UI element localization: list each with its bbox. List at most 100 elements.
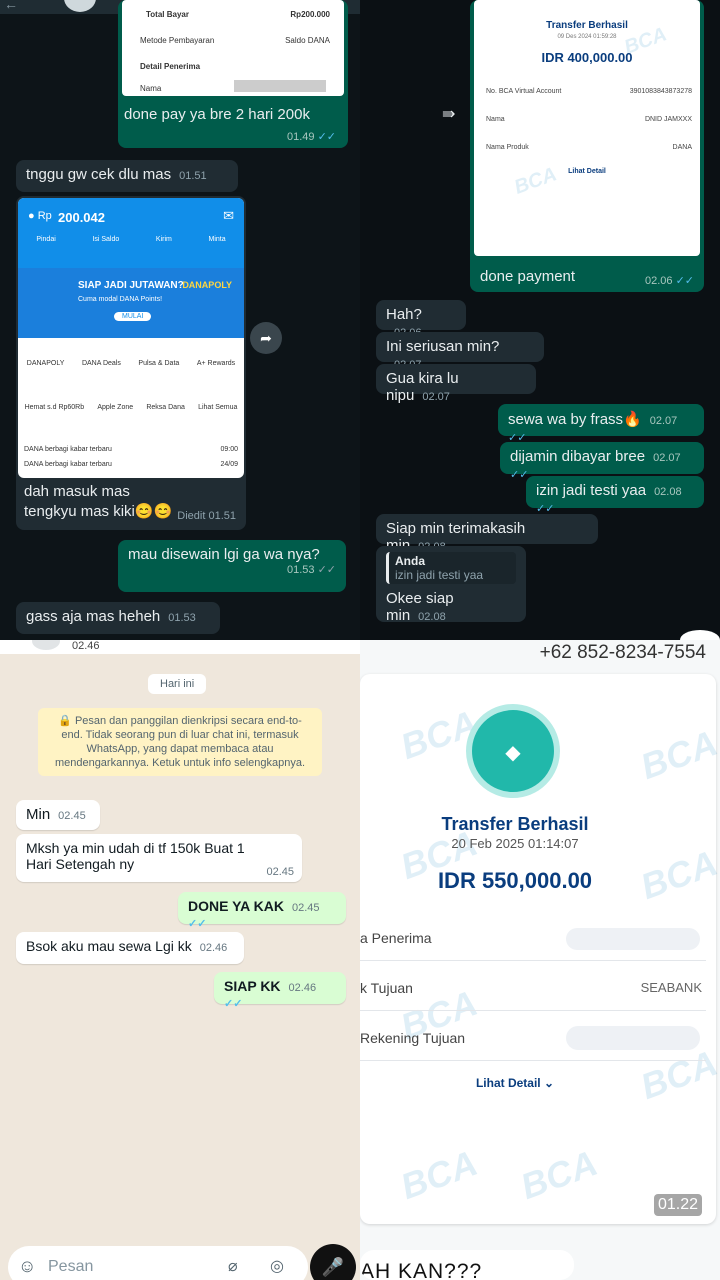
app-header: 02.46 bbox=[0, 640, 360, 654]
quoted-reply[interactable]: Anda izin jadi testi yaa bbox=[386, 552, 516, 584]
dana-news: DANA berbagi kabar terbaru 09:00 DANA ber… bbox=[24, 446, 238, 468]
avatar[interactable] bbox=[64, 0, 96, 12]
action-pindai: Pindai bbox=[36, 236, 56, 243]
message-in[interactable]: gass aja mas heheh 01.53 bbox=[16, 602, 220, 634]
dana-actions: Pindai Isi Saldo Kirim Minta bbox=[18, 236, 244, 243]
message-out[interactable]: izin jadi testi yaa 02.08 ✓✓ bbox=[526, 476, 704, 515]
receipt-detail-link: Lihat Detail bbox=[568, 168, 606, 175]
image-message-out[interactable]: BCA BCA Transfer Berhasil 09 Des 2024 01… bbox=[470, 0, 704, 292]
chat-panel-top-left: ← Total Bayar Rp200.000 Metode Pembayara… bbox=[0, 0, 360, 640]
message-text: tnggu gw cek dlu mas bbox=[26, 166, 172, 183]
bca-receipt-image[interactable]: BCA BCA BCA BCA BCA BCA BCA BCA ◆ Transf… bbox=[360, 674, 720, 1224]
message-in[interactable]: Min 02.45 bbox=[16, 800, 100, 830]
account-label: Rekening Tujuan bbox=[360, 1030, 466, 1046]
message-out[interactable]: mau disewain lgi ga wa nya? 01.53 ✓✓ bbox=[118, 540, 346, 592]
dana-grid-row2: Hemat s.d Rp60Rb Apple Zone Reksa Dana Liha… bbox=[24, 404, 238, 411]
image-message-out[interactable]: Total Bayar Rp200.000 Metode Pembayaran … bbox=[118, 0, 348, 148]
method-label: Metode Pembayaran bbox=[140, 36, 215, 45]
success-icon: ◆ bbox=[466, 704, 560, 798]
total-label: Total Bayar bbox=[146, 10, 189, 19]
chat-panel-bottom-left: 02.46 Hari ini 🔒 Pesan dan panggilan die… bbox=[0, 640, 360, 1280]
scroll-down-button[interactable] bbox=[680, 630, 720, 640]
dana-grid-row1: DANAPOLY DANA Deals Pulsa & Data A+ Rewards bbox=[26, 360, 236, 367]
promo-subtitle: Cuma modal DANA Points! bbox=[78, 296, 163, 303]
back-arrow-icon[interactable]: ← bbox=[4, 0, 18, 12]
message-in[interactable]: Ini seriusan min?02.07 bbox=[376, 332, 544, 371]
promo-title: SIAP JADI JUTAWAN? bbox=[78, 280, 184, 291]
recipient-label: a Penerima bbox=[360, 930, 432, 946]
bca-receipt-screenshot: BCA BCA Transfer Berhasil 09 Des 2024 01… bbox=[474, 0, 700, 256]
attach-icon[interactable]: ⌀ bbox=[228, 1256, 238, 1276]
message-out[interactable]: DONE YA KAK 02.45 ✓✓ bbox=[178, 892, 346, 930]
reply-message-in[interactable]: Anda izin jadi testi yaa Okee siap min 02… bbox=[376, 546, 526, 624]
message-in[interactable]: Gua kira lu nipu 02.07 bbox=[376, 364, 536, 404]
chevron-down-icon: ⌄ bbox=[543, 1076, 555, 1090]
avatar[interactable] bbox=[32, 640, 60, 650]
message-in[interactable]: Siap min terimakasih min02.08 bbox=[376, 514, 598, 554]
mail-icon: ✉ bbox=[223, 208, 234, 223]
message-input-bar[interactable]: ☺ Pesan ⌀ ◎ bbox=[8, 1246, 308, 1280]
bank-label: k Tujuan bbox=[360, 980, 413, 996]
dana-promo: SIAP JADI JUTAWAN? Cuma modal DANA Point… bbox=[18, 268, 244, 338]
message-in[interactable]: Hah?02.06 bbox=[376, 300, 466, 339]
reply-author: Anda bbox=[395, 554, 425, 568]
message-time: 01.49 bbox=[286, 131, 315, 143]
date-chip: Hari ini bbox=[148, 674, 207, 694]
dana-header: ● Rp 200.042 ✉ Pindai Isi Saldo Kirim Mi… bbox=[18, 198, 244, 268]
message-text: dah masuk mas tengkyu mas kiki😊😊 bbox=[24, 483, 173, 520]
message-text: mau disewain lgi ga wa nya? bbox=[128, 546, 320, 563]
message-text: done payment bbox=[480, 268, 576, 285]
emoji-icon[interactable]: ☺ bbox=[18, 1256, 36, 1277]
receipt-panel-bottom-right: +62 852-8234-7554 BCA BCA BCA BCA BCA BC… bbox=[360, 640, 720, 1280]
camera-icon[interactable]: ◎ bbox=[270, 1256, 284, 1276]
message-out[interactable]: sewa wa by frass🔥 02.07 ✓✓ bbox=[498, 404, 704, 444]
message-time: 01.51 bbox=[179, 170, 207, 182]
forward-icon[interactable]: ➦ bbox=[250, 322, 282, 354]
message-in[interactable]: Bsok aku mau sewa Lgi kk 02.46 bbox=[16, 932, 244, 964]
delivered-ticks-icon: ✓✓ bbox=[317, 564, 336, 576]
message-in[interactable]: Mksh ya min udah di tf 150k Buat 1 Hari … bbox=[16, 834, 302, 882]
detail-link[interactable]: Lihat Detail ⌄ bbox=[360, 1076, 670, 1090]
phone-number: +62 852-8234-7554 bbox=[539, 642, 706, 663]
message-input[interactable]: Pesan bbox=[48, 1258, 93, 1276]
action-kirim: Kirim bbox=[155, 236, 172, 243]
payment-screenshot: Total Bayar Rp200.000 Metode Pembayaran … bbox=[122, 0, 344, 96]
image-message-in[interactable]: ● Rp 200.042 ✉ Pindai Isi Saldo Kirim Mi… bbox=[16, 196, 246, 530]
message-time: 01.53 bbox=[286, 564, 315, 576]
message-in[interactable]: tnggu gw cek dlu mas 01.51 bbox=[16, 160, 238, 192]
bank-value: SEABANK bbox=[640, 980, 702, 995]
dana-app-screenshot: ● Rp 200.042 ✉ Pindai Isi Saldo Kirim Mi… bbox=[18, 198, 244, 478]
caption-bubble[interactable]: AH KAN??? bbox=[360, 1250, 574, 1280]
caption-text: AH KAN??? bbox=[360, 1260, 483, 1280]
total-value: Rp200.000 bbox=[290, 10, 330, 19]
name-label: Nama bbox=[140, 84, 162, 93]
encryption-notice[interactable]: 🔒 Pesan dan panggilan dienkripsi secara … bbox=[38, 708, 322, 776]
message-time: 01.53 bbox=[168, 612, 196, 624]
mic-button[interactable]: 🎤 bbox=[310, 1244, 356, 1280]
receipt-title: Transfer Berhasil bbox=[441, 814, 589, 834]
dana-balance: 200.042 bbox=[58, 210, 105, 225]
status-time: 02.46 bbox=[72, 640, 100, 652]
promo-brand: DANAPOLY bbox=[182, 280, 232, 290]
method-value: Saldo DANA bbox=[285, 36, 330, 45]
redacted-block bbox=[234, 80, 326, 92]
chat-panel-top-right: ⇛ BCA BCA Transfer Berhasil 09 Des 2024 … bbox=[360, 0, 720, 640]
read-ticks-icon: ✓✓ bbox=[317, 131, 336, 143]
receipt-title: Transfer Berhasil bbox=[546, 20, 628, 31]
receipt-date: 20 Feb 2025 01:14:07 bbox=[451, 836, 579, 851]
action-minta: Minta bbox=[208, 236, 226, 243]
action-isi-saldo: Isi Saldo bbox=[92, 236, 120, 243]
promo-button: MULAI bbox=[114, 312, 152, 321]
detail-label: Detail Penerima bbox=[140, 62, 201, 71]
forward-icon[interactable]: ⇛ bbox=[442, 104, 455, 124]
image-time: 01.22 bbox=[653, 1194, 702, 1216]
message-out[interactable]: SIAP KK 02.46 ✓✓ bbox=[214, 972, 346, 1010]
receipt-amount: IDR 550,000.00 bbox=[437, 868, 593, 893]
redacted-block bbox=[566, 928, 700, 950]
receipt-date: 09 Des 2024 01:59:28 bbox=[557, 34, 617, 40]
message-out[interactable]: dijamin dibayar bree 02.07 ✓✓ bbox=[500, 442, 704, 481]
message-time: Diedit 01.51 bbox=[177, 510, 236, 522]
reply-quote: izin jadi testi yaa bbox=[395, 568, 484, 582]
receipt-amount: IDR 400,000.00 bbox=[541, 50, 633, 65]
message-text: gass aja mas heheh bbox=[26, 608, 161, 625]
